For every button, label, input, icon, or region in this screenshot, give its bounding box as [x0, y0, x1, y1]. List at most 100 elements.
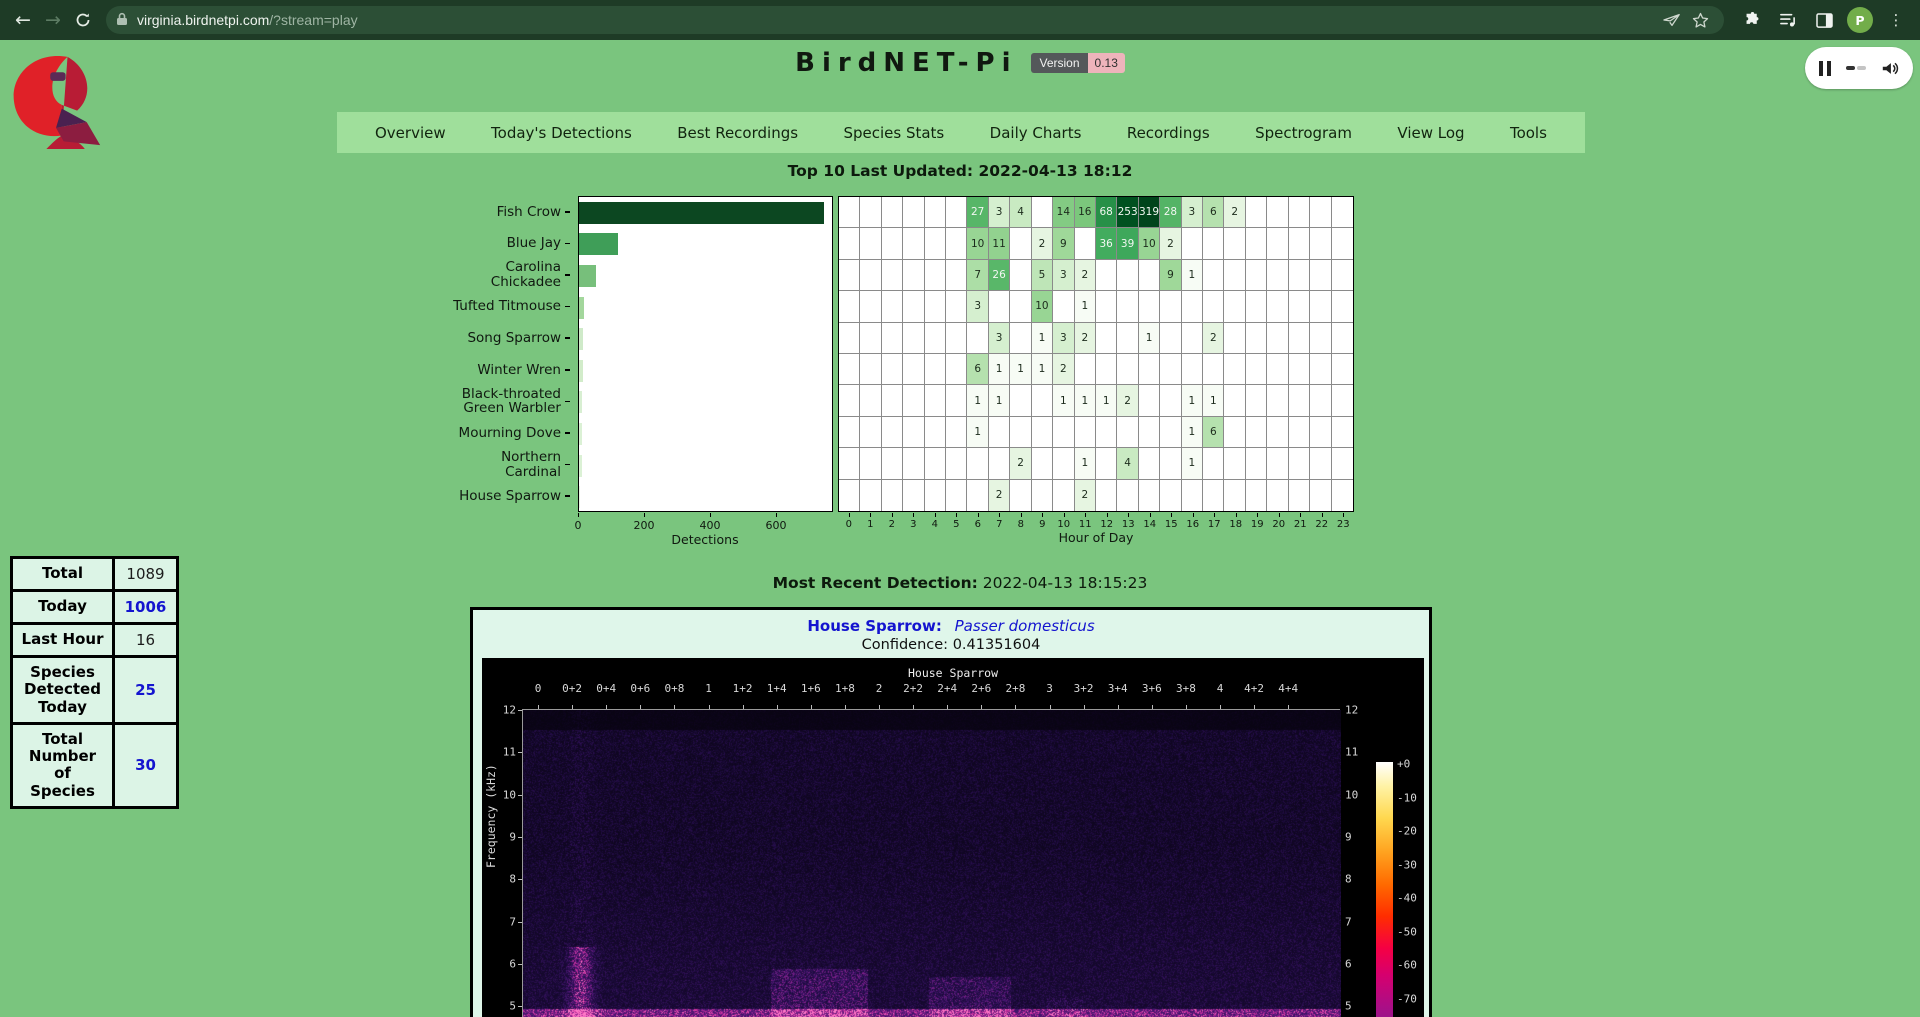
heatmap-cell	[946, 291, 967, 322]
nav-item-spectrogram[interactable]: Spectrogram	[1255, 124, 1352, 142]
spectro-y-tick-right: 8	[1345, 873, 1352, 886]
heatmap-cell	[882, 228, 903, 259]
heatmap-cell	[1117, 417, 1138, 448]
hour-tick-mark	[935, 513, 936, 517]
nav-item-tools[interactable]: Tools	[1510, 124, 1547, 142]
address-bar[interactable]: virginia.birdnetpi.com/?stream=play	[106, 6, 1724, 34]
stats-label: Species Detected Today	[12, 657, 114, 724]
extensions-icon[interactable]	[1737, 5, 1767, 35]
heatmap-cell	[860, 228, 881, 259]
hour-tick-label: 7	[996, 519, 1002, 530]
heatmap-cell	[1203, 354, 1224, 385]
heatmap-cell	[860, 291, 881, 322]
browser-menu-icon[interactable]: ⋮	[1881, 5, 1911, 35]
hour-tick-label: 2	[889, 519, 895, 530]
heatmap-cell: 28	[1160, 197, 1181, 228]
heatmap-cell	[1224, 354, 1245, 385]
hour-tick-label: 0	[846, 519, 852, 530]
url-text: virginia.birdnetpi.com/?stream=play	[137, 12, 358, 28]
heatmap-cell	[1096, 291, 1117, 322]
hour-tick-label: 3	[910, 519, 916, 530]
stats-value[interactable]: 30	[114, 723, 178, 807]
heatmap-cell	[1332, 228, 1353, 259]
nav-item-daily-charts[interactable]: Daily Charts	[990, 124, 1082, 142]
nav-item-today-s-detections[interactable]: Today's Detections	[491, 124, 632, 142]
hour-tick-label: 14	[1143, 519, 1156, 530]
reload-icon[interactable]	[68, 5, 98, 35]
stats-value[interactable]: 25	[114, 657, 178, 724]
barchart-species-labels: Fish CrowBlue JayCarolina ChickadeeTufte…	[320, 196, 570, 512]
heatmap-cell: 1	[1032, 323, 1053, 354]
heatmap-cell	[1053, 291, 1074, 322]
nav-item-recordings[interactable]: Recordings	[1127, 124, 1210, 142]
heatmap-cell	[1332, 417, 1353, 448]
toolbar-right-icons: P ⋮	[1734, 5, 1914, 35]
stats-row: Last Hour16	[12, 624, 178, 657]
heatmap-cell	[1267, 323, 1288, 354]
confidence-value: 0.41351604	[953, 637, 1041, 653]
heatmap-cell: 16	[1075, 197, 1096, 228]
heatmap-cell: 7	[967, 260, 988, 291]
heatmap-cell	[1182, 228, 1203, 259]
heatmap-cell	[1010, 385, 1031, 416]
seek-bar[interactable]	[1846, 66, 1866, 70]
heatmap-cell	[1160, 417, 1181, 448]
hour-tick-mark	[1279, 513, 1280, 517]
x-tick-mark	[710, 513, 711, 517]
nav-item-best-recordings[interactable]: Best Recordings	[677, 124, 798, 142]
heatmap-cell	[1096, 354, 1117, 385]
back-icon[interactable]: ←	[8, 5, 38, 35]
heatmap-cell: 1	[1182, 448, 1203, 479]
heatmap-cell	[839, 354, 860, 385]
heatmap-cell: 9	[1160, 260, 1181, 291]
pause-button[interactable]	[1819, 61, 1831, 76]
heatmap-cell	[1310, 323, 1331, 354]
profile-avatar[interactable]: P	[1845, 5, 1875, 35]
heatmap-cell	[860, 197, 881, 228]
heatmap-cell	[1139, 385, 1160, 416]
media-controls-icon[interactable]	[1773, 5, 1803, 35]
volume-icon[interactable]	[1881, 60, 1899, 77]
spectro-y-tick-left: 6	[494, 957, 516, 970]
heatmap-cell: 1	[989, 354, 1010, 385]
heatmap-cell	[839, 228, 860, 259]
heatmap-cell	[925, 228, 946, 259]
heatmap-cell: 3	[1182, 197, 1203, 228]
main-nav: Overview Today's Detections Best Recording…	[337, 112, 1585, 153]
spectro-x-tick: 1	[705, 682, 712, 695]
heatmap-cell	[839, 480, 860, 511]
hour-tick-mark	[1042, 513, 1043, 517]
detected-species-link[interactable]: House Sparrow:	[807, 617, 941, 635]
spectro-x-tick: 2+8	[1005, 682, 1025, 695]
nav-item-view-log[interactable]: View Log	[1397, 124, 1464, 142]
stats-table-body: Total1089Today1006Last Hour16Species Det…	[12, 558, 178, 808]
spectro-y-tick-right: 7	[1345, 915, 1352, 928]
spectro-x-tick: 0+4	[596, 682, 616, 695]
hour-tick-mark	[1150, 513, 1151, 517]
heatmap-cell: 2	[1117, 385, 1138, 416]
bookmark-star-icon[interactable]	[1686, 6, 1714, 34]
heatmap-cell	[903, 417, 924, 448]
send-icon[interactable]	[1658, 6, 1686, 34]
heatmap-cell	[1224, 385, 1245, 416]
heatmap-cell	[1224, 323, 1245, 354]
heatmap-cell	[1010, 323, 1031, 354]
heatmap-cell	[1289, 354, 1310, 385]
heatmap-cell	[1010, 417, 1031, 448]
spectro-x-tick: 3+4	[1108, 682, 1128, 695]
heatmap-cell	[1010, 260, 1031, 291]
heatmap-cell	[903, 228, 924, 259]
nav-item-overview[interactable]: Overview	[375, 124, 446, 142]
side-panel-icon[interactable]	[1809, 5, 1839, 35]
nav-item-species-stats[interactable]: Species Stats	[843, 124, 944, 142]
heatmap-cell	[1075, 354, 1096, 385]
heatmap-cell: 1	[967, 385, 988, 416]
heatmap-cell	[1224, 260, 1245, 291]
heatmap-cell	[1053, 448, 1074, 479]
stats-row: Species Detected Today25	[12, 657, 178, 724]
heatmap-cell	[1160, 448, 1181, 479]
heatmap-cell	[1310, 417, 1331, 448]
forward-icon[interactable]: →	[38, 5, 68, 35]
stats-value[interactable]: 1006	[114, 591, 178, 624]
heatmap-cell	[1310, 448, 1331, 479]
